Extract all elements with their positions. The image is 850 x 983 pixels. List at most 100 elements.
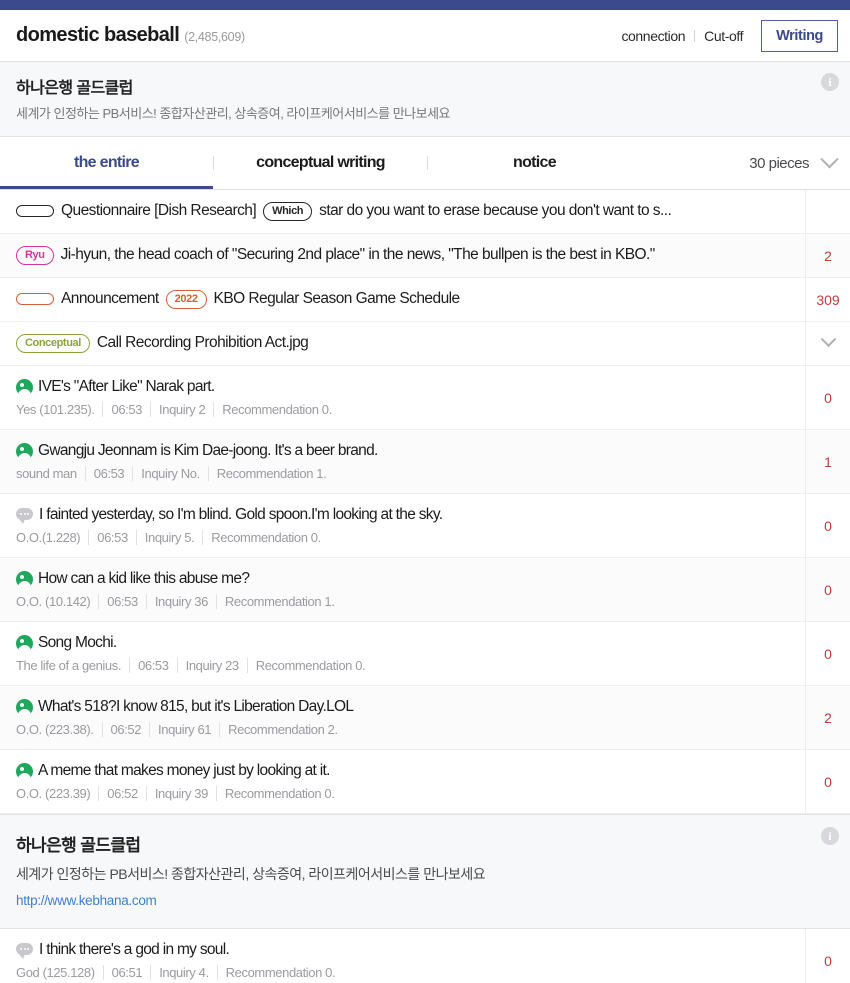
article-views: Inquiry 4. (150, 965, 216, 980)
article-recommend: Recommendation 2. (219, 722, 346, 737)
page-title[interactable]: domestic baseball (2,485,609) (16, 24, 245, 47)
info-icon[interactable]: i (821, 827, 839, 845)
tab-conceptual-writing[interactable]: conceptual writing (214, 137, 427, 189)
notice-row[interactable]: Ryu Ji-hyun, the head coach of "Securing… (0, 234, 850, 278)
article-comment-count[interactable]: 0 (805, 622, 850, 685)
article-title-line[interactable]: What's 518?I know 815, but it's Liberati… (16, 698, 795, 716)
article-meta: Yes (101.235). 06:53 Inquiry 2 Recommendati… (16, 402, 795, 417)
article-comment-count[interactable]: 2 (805, 686, 850, 749)
connection-link[interactable]: connection (612, 28, 694, 44)
article-time: 06:52 (101, 722, 150, 737)
chevron-down-icon (820, 331, 836, 348)
article-row[interactable]: I think there's a god in my soul. God (12… (0, 929, 850, 983)
article-row[interactable]: Gwangju Jeonnam is Kim Dae-joong. It's a… (0, 430, 850, 494)
notice-content[interactable]: Conceptual Call Recording Prohibition Ac… (16, 334, 805, 353)
tab-label: conceptual writing (256, 154, 385, 171)
notice-row[interactable]: Announcement 2022 KBO Regular Season Gam… (0, 278, 850, 322)
notice-title-pre: Questionnaire [Dish Research] (61, 202, 257, 220)
article-recommend: Recommendation 1. (207, 466, 335, 481)
cafe-member-count: (2,485,609) (184, 30, 245, 44)
notice-title-pre: Call Recording Prohibition Act.jpg (96, 334, 309, 352)
article-comment-count[interactable]: 0 (805, 558, 850, 621)
article-author[interactable]: Yes (101.235). (16, 402, 102, 417)
article-comment-count[interactable]: 0 (805, 494, 850, 557)
article-row[interactable]: Song Mochi. The life of a genius. 06:53 Inq… (0, 622, 850, 686)
article-row[interactable]: How can a kid like this abuse me? O.O. (1… (0, 558, 850, 622)
write-button[interactable]: Writing (761, 19, 838, 52)
article-main[interactable]: Gwangju Jeonnam is Kim Dae-joong. It's a… (0, 430, 805, 493)
article-recommend: Recommendation 0. (213, 402, 340, 417)
article-main[interactable]: I fainted yesterday, so I'm blind. Gold … (0, 494, 805, 557)
article-recommend: Recommendation 0. (215, 786, 343, 801)
tab-notice[interactable]: notice (428, 137, 641, 189)
article-title-line[interactable]: A meme that makes money just by looking … (16, 762, 795, 780)
article-title-line[interactable]: I think there's a god in my soul. (16, 941, 795, 959)
ad-description: 세계가 인정하는 PB서비스! 종합자산관리, 상속증여, 라이프케어서비스를 … (16, 106, 451, 121)
article-main[interactable]: IVE's "After Like" Narak part. Yes (101.2… (0, 366, 805, 429)
ad-banner-bottom[interactable]: 하나은행 골드클럽 세계가 인정하는 PB서비스! 종합자산관리, 상속증여, … (0, 814, 850, 929)
article-comment-count[interactable]: 0 (805, 929, 850, 983)
article-title: IVE's "After Like" Narak part. (38, 378, 215, 395)
photo-icon (16, 762, 33, 780)
notice-title-post: star do you want to erase because you do… (319, 202, 672, 220)
notice-row[interactable]: Conceptual Call Recording Prohibition Ac… (0, 322, 850, 366)
article-title-line[interactable]: How can a kid like this abuse me? (16, 570, 795, 588)
article-author[interactable]: O.O.(1.228) (16, 530, 88, 545)
article-main[interactable]: A meme that makes money just by looking … (0, 750, 805, 813)
article-author[interactable]: God (125.128) (16, 965, 103, 980)
per-page-count[interactable]: 30 pieces (749, 155, 809, 172)
photo-icon (16, 698, 33, 716)
chevron-down-icon[interactable] (820, 149, 839, 168)
article-comment-count[interactable]: 0 (805, 750, 850, 813)
cutoff-link[interactable]: Cut-off (695, 28, 752, 44)
tab-right-controls: 30 pieces (641, 137, 850, 189)
article-time: 06:52 (98, 786, 146, 801)
info-icon[interactable]: i (821, 73, 839, 91)
article-title-line[interactable]: IVE's "After Like" Narak part. (16, 378, 795, 396)
article-views: Inquiry 36 (145, 594, 216, 609)
photo-icon (16, 634, 33, 652)
notice-content[interactable]: Announcement 2022 KBO Regular Season Gam… (16, 290, 805, 309)
article-author[interactable]: The life of a genius. (16, 658, 129, 673)
article-title-line[interactable]: Gwangju Jeonnam is Kim Dae-joong. It's a… (16, 442, 795, 460)
article-main[interactable]: What's 518?I know 815, but it's Liberati… (0, 686, 805, 749)
article-comment-count[interactable]: 1 (805, 430, 850, 493)
notice-expand-toggle[interactable] (805, 322, 850, 365)
article-title: How can a kid like this abuse me? (38, 570, 250, 587)
notice-row[interactable]: Questionnaire [Dish Research] Which star… (0, 190, 850, 234)
article-title: I fainted yesterday, so I'm blind. Gold … (39, 506, 443, 523)
article-author[interactable]: O.O. (223.39) (16, 786, 98, 801)
article-meta: O.O. (223.39) 06:52 Inquiry 39 Recommendati… (16, 786, 795, 801)
article-title-line[interactable]: Song Mochi. (16, 634, 795, 652)
notice-content[interactable]: Questionnaire [Dish Research] Which star… (16, 202, 805, 221)
article-meta: sound man 06:53 Inquiry No. Recommendation … (16, 466, 795, 481)
article-views: Inquiry No. (132, 466, 207, 481)
article-recommend: Recommendation 1. (215, 594, 343, 609)
article-views: Inquiry 23 (176, 658, 247, 673)
article-comment-count[interactable]: 0 (805, 366, 850, 429)
article-author[interactable]: O.O. (10.142) (16, 594, 98, 609)
article-main[interactable]: How can a kid like this abuse me? O.O. (1… (0, 558, 805, 621)
ad-url-link[interactable]: http://www.kebhana.com (16, 893, 834, 908)
ad-banner-top[interactable]: 하나은행 골드클럽 세계가 인정하는 PB서비스! 종합자산관리, 상속증여, … (0, 62, 850, 137)
article-row[interactable]: A meme that makes money just by looking … (0, 750, 850, 814)
article-main[interactable]: I think there's a god in my soul. God (12… (0, 929, 805, 983)
notice-title-pre: Announcement (61, 290, 159, 308)
tab-the-entire[interactable]: the entire (0, 137, 213, 189)
board-tabs: the entire conceptual writing notice 30 … (0, 137, 850, 190)
article-title-line[interactable]: I fainted yesterday, so I'm blind. Gold … (16, 506, 795, 524)
photo-icon (16, 442, 33, 460)
photo-icon (16, 378, 33, 396)
article-author[interactable]: sound man (16, 466, 85, 481)
article-row[interactable]: I fainted yesterday, so I'm blind. Gold … (0, 494, 850, 558)
article-main[interactable]: Song Mochi. The life of a genius. 06:53 Inq… (0, 622, 805, 685)
notice-content[interactable]: Ryu Ji-hyun, the head coach of "Securing… (16, 246, 805, 265)
article-meta: O.O.(1.228) 06:53 Inquiry 5. Recommendation… (16, 530, 795, 545)
article-title: What's 518?I know 815, but it's Liberati… (38, 698, 354, 715)
article-row[interactable]: What's 518?I know 815, but it's Liberati… (0, 686, 850, 750)
article-recommend: Recommendation 0. (216, 965, 344, 980)
article-list: IVE's "After Like" Narak part. Yes (101.2… (0, 366, 850, 814)
article-time: 06:53 (129, 658, 177, 673)
article-author[interactable]: O.O. (223.38). (16, 722, 102, 737)
article-row[interactable]: IVE's "After Like" Narak part. Yes (101.2… (0, 366, 850, 430)
